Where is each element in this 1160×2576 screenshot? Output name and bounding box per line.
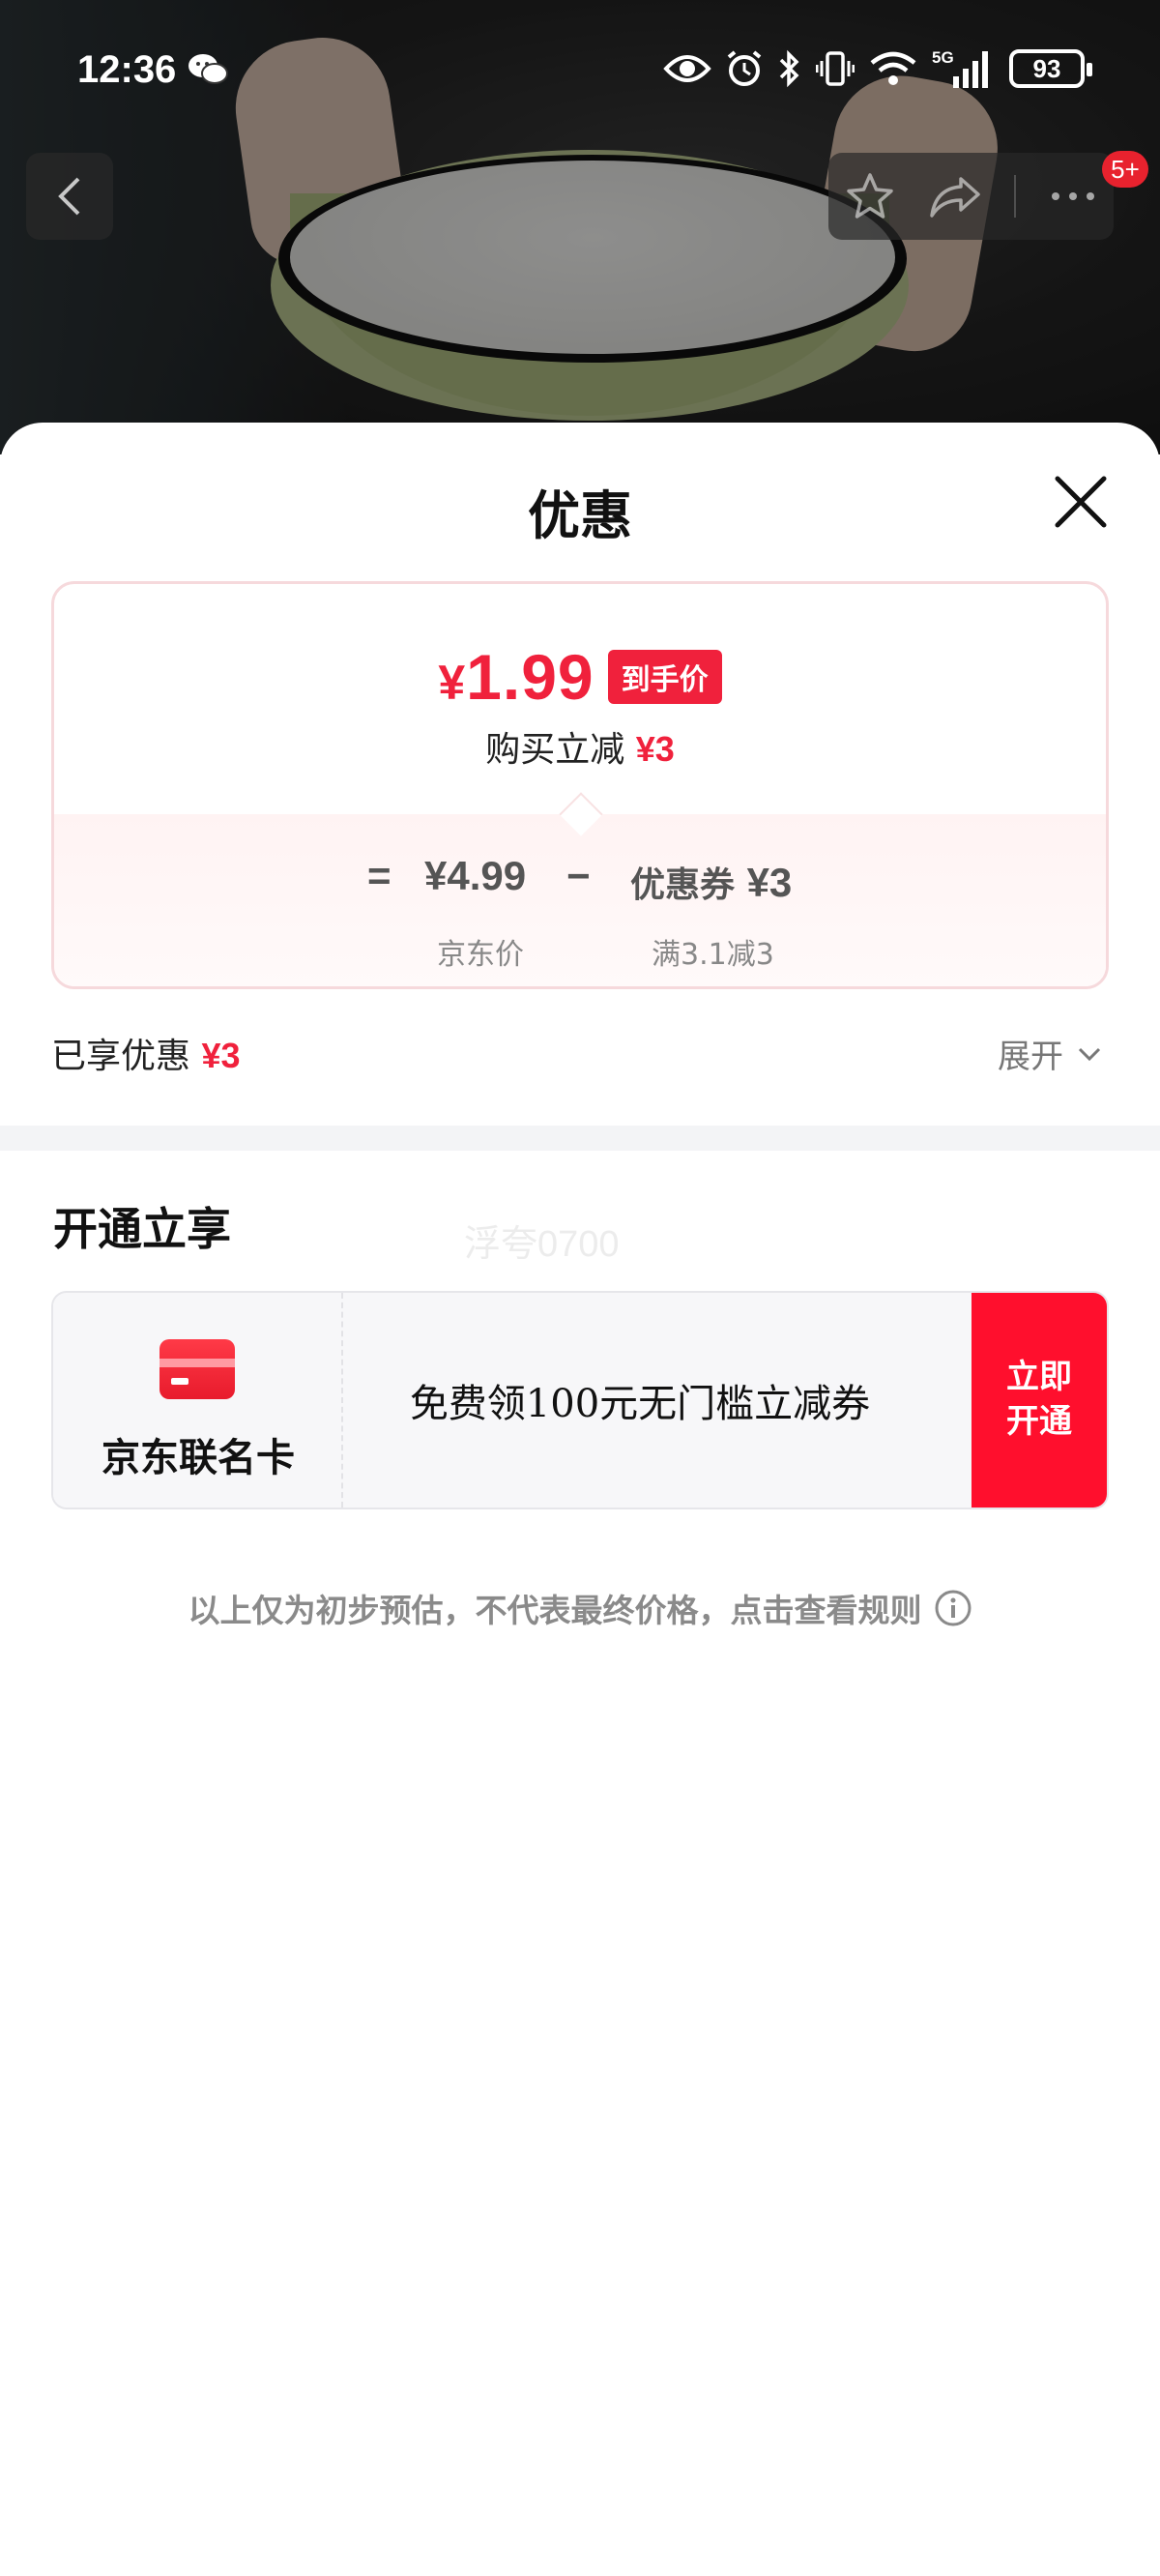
top-actions xyxy=(828,153,1114,240)
star-icon[interactable] xyxy=(845,171,895,221)
equals-sign: = xyxy=(367,853,392,898)
info-icon xyxy=(935,1590,971,1626)
wechat-icon xyxy=(188,54,228,84)
section-divider xyxy=(0,1126,1160,1151)
back-button[interactable] xyxy=(26,153,113,240)
base-price: ¥4.99 xyxy=(424,853,527,898)
disclaimer-link[interactable]: 以上仅为初步预估，不代表最终价格，点击查看规则 xyxy=(0,1585,1160,1631)
discount-sheet: 优惠 ¥1.99 到手价 购买立减 ¥3 = ¥4.99 − 优惠券 ¥3 京东… xyxy=(0,423,1160,2576)
coupon-amount: 优惠券 ¥3 xyxy=(630,860,793,905)
eye-icon xyxy=(663,55,711,82)
cobrand-card-offer[interactable]: 京东联名卡 免费领100元无门槛立减券 立即 开通 xyxy=(51,1291,1109,1509)
enjoyed-discount: 已享优惠 ¥3 xyxy=(51,1036,241,1076)
more-icon[interactable] xyxy=(1049,190,1097,203)
card-info: 京东联名卡 xyxy=(53,1293,343,1508)
credit-card-icon xyxy=(160,1339,235,1399)
card-offer-desc: 免费领100元无门槛立减券 xyxy=(409,1382,871,1426)
base-price-caption: 京东价 xyxy=(437,938,524,972)
open-now-button[interactable]: 立即 开通 xyxy=(972,1293,1107,1508)
chevron-left-icon xyxy=(58,177,80,216)
close-icon[interactable] xyxy=(1052,473,1110,531)
open-section-title: 开通立享 xyxy=(53,1203,231,1255)
chevron-down-icon xyxy=(1078,1047,1101,1061)
svg-text:5G: 5G xyxy=(932,48,954,67)
battery-indicator: 93 xyxy=(1009,49,1092,88)
minus-sign: − xyxy=(566,853,591,898)
disclaimer-text: 以上仅为初步预估，不代表最终价格，点击查看规则 xyxy=(188,1592,922,1629)
watermark: 浮夸0700 xyxy=(464,1224,620,1265)
status-time: 12:36 xyxy=(77,48,177,91)
card-name: 京东联名卡 xyxy=(102,1435,295,1480)
expand-label: 展开 xyxy=(998,1038,1063,1076)
signal-5g-icon: 5G xyxy=(932,48,988,88)
vibrate-icon xyxy=(816,51,855,86)
final-price-tag: 到手价 xyxy=(607,650,722,704)
wifi-icon xyxy=(870,51,916,85)
reduce-line: 购买立减 ¥3 xyxy=(485,729,675,770)
bluetooth-icon xyxy=(779,49,799,88)
final-price: ¥1.99 xyxy=(438,641,594,713)
sheet-title: 优惠 xyxy=(528,484,632,546)
share-icon[interactable] xyxy=(928,173,982,220)
status-bar: 12:36 5G 93 xyxy=(0,0,1160,145)
coupon-caption: 满3.1减3 xyxy=(652,938,774,972)
expand-button[interactable]: 展开 xyxy=(998,1030,1102,1077)
alarm-icon xyxy=(727,50,762,86)
message-badge: 5+ xyxy=(1102,151,1148,188)
price-card: ¥1.99 到手价 购买立减 ¥3 = ¥4.99 − 优惠券 ¥3 京东价 满… xyxy=(51,581,1109,989)
